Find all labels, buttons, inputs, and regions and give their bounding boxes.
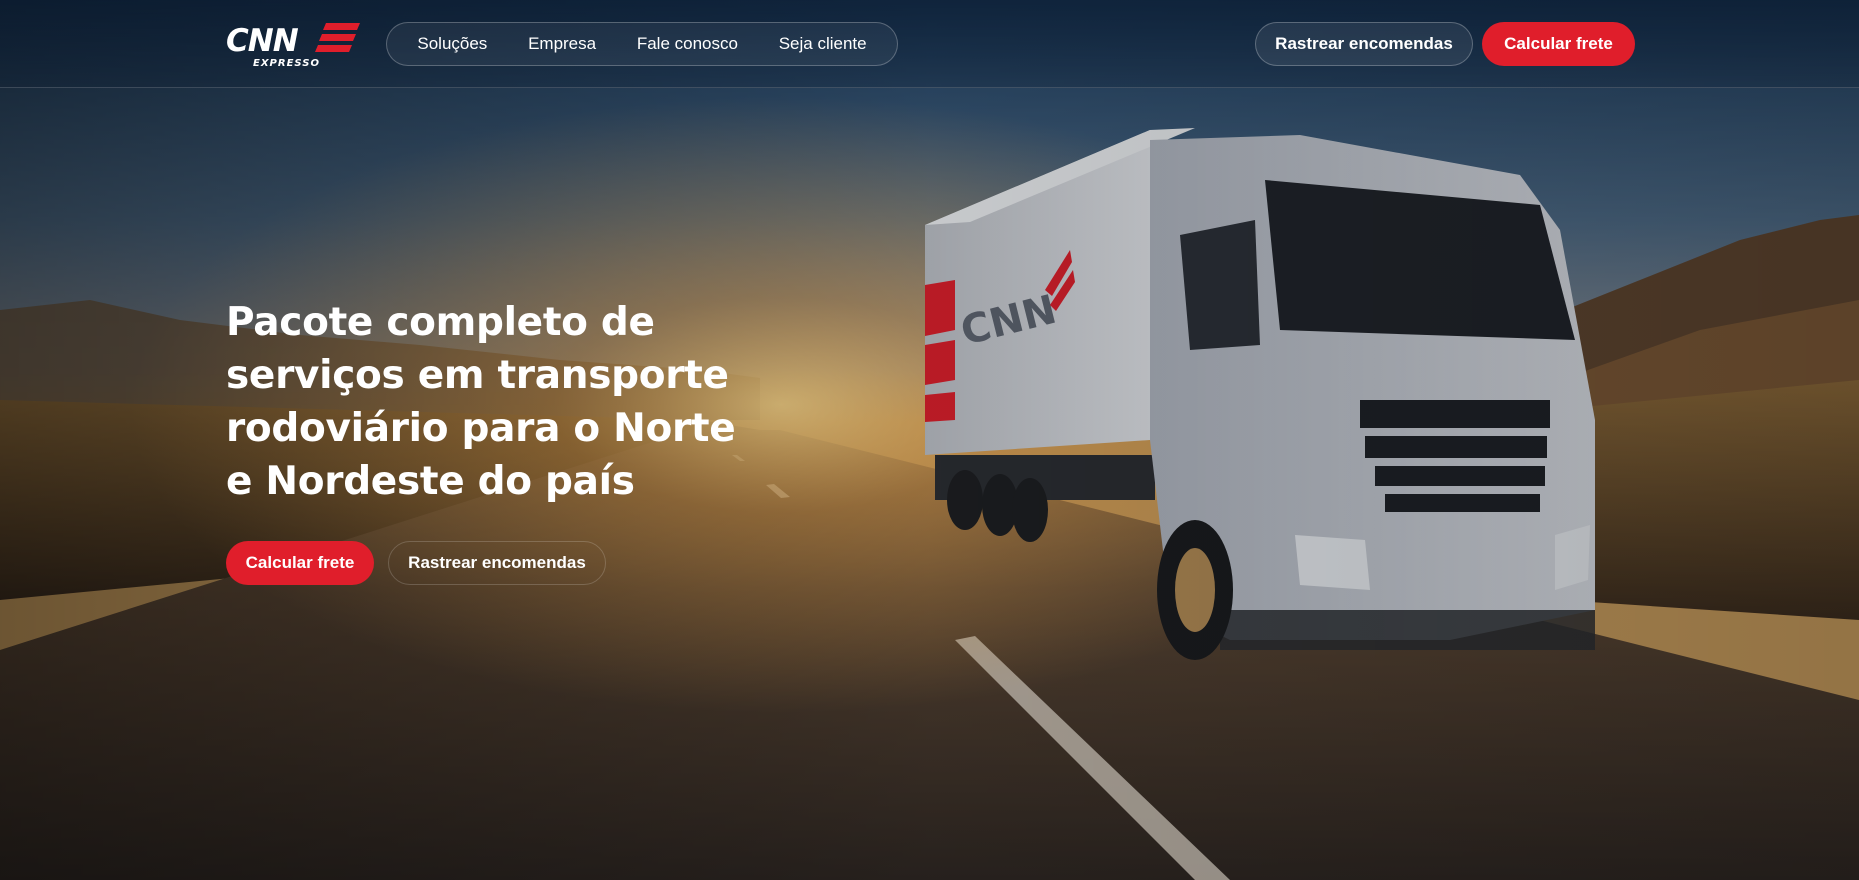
hero-track-button[interactable]: Rastrear encomendas bbox=[388, 541, 606, 585]
hero-headline: Pacote completo de serviços em transport… bbox=[226, 300, 736, 504]
svg-text:EXPRESSO: EXPRESSO bbox=[253, 58, 320, 68]
header-calculate-freight-button[interactable]: Calcular frete bbox=[1482, 22, 1635, 66]
nav-item-empresa[interactable]: Empresa bbox=[516, 34, 608, 54]
site-header: CNN EXPRESSO Soluções Empresa Fale conos… bbox=[0, 0, 1859, 88]
header-track-button[interactable]: Rastrear encomendas bbox=[1255, 22, 1473, 66]
nav-item-solucoes[interactable]: Soluções bbox=[405, 34, 499, 54]
main-nav: Soluções Empresa Fale conosco Seja clien… bbox=[386, 22, 898, 66]
logo-icon: CNN EXPRESSO bbox=[226, 23, 360, 69]
cnn-expresso-logo[interactable]: CNN EXPRESSO bbox=[226, 20, 362, 69]
nav-item-seja-cliente[interactable]: Seja cliente bbox=[767, 34, 879, 54]
hero-calculate-freight-button[interactable]: Calcular frete bbox=[226, 541, 374, 585]
svg-text:CNN: CNN bbox=[226, 23, 299, 59]
nav-item-fale-conosco[interactable]: Fale conosco bbox=[625, 34, 750, 54]
